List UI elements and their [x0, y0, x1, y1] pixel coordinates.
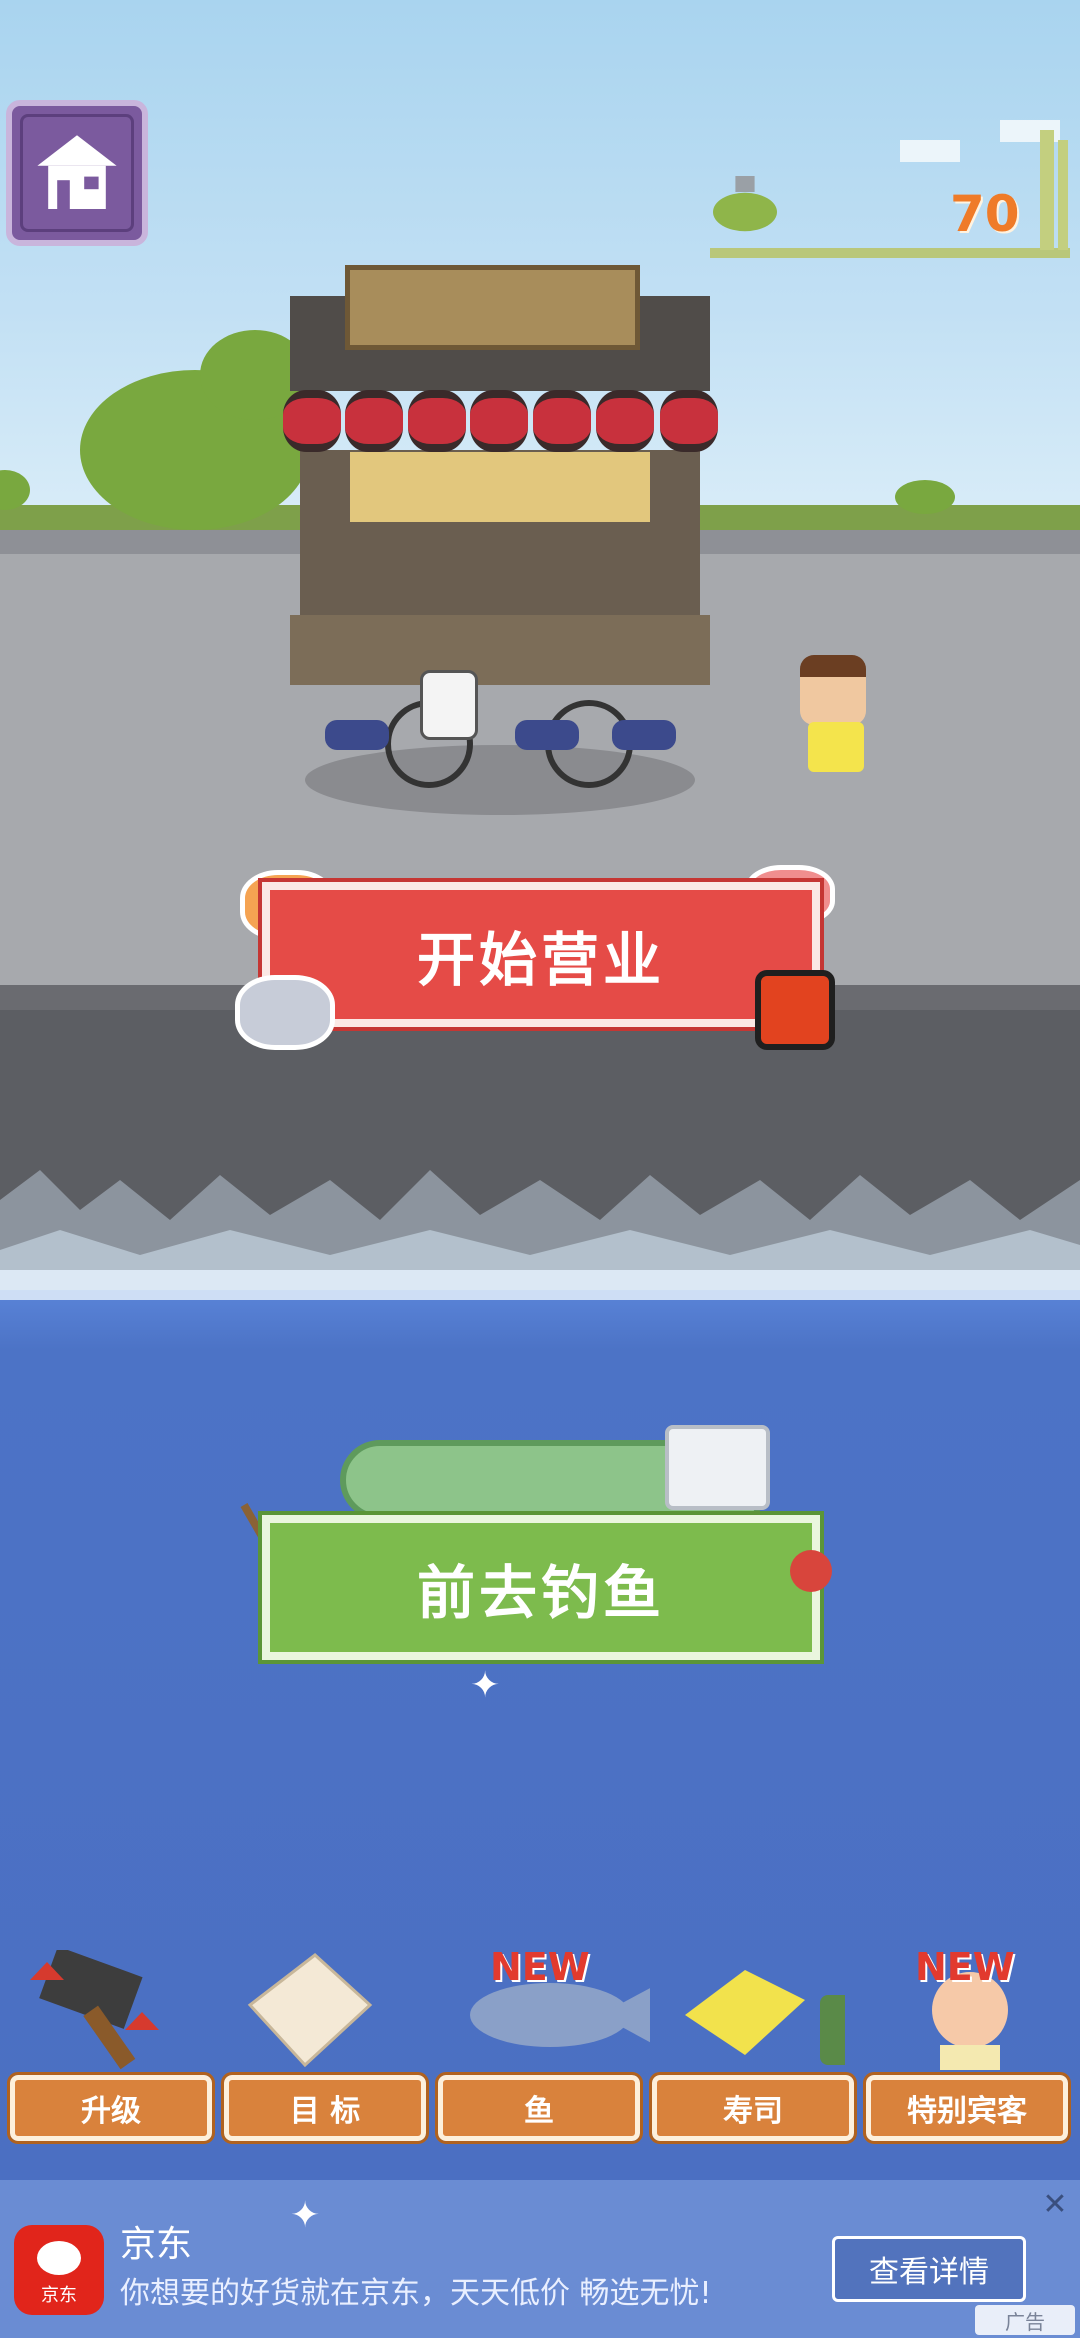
lantern	[470, 390, 528, 452]
open-shop-button[interactable]: 开始营业	[258, 878, 824, 1031]
upgrade-button[interactable]: 升级	[7, 2072, 215, 2144]
sparkle-icon: ✦	[470, 1665, 501, 1706]
stool	[325, 720, 389, 750]
stool	[612, 720, 676, 750]
goal-sheet-icon	[247, 1953, 373, 2068]
lantern	[596, 390, 654, 452]
stall-window	[350, 452, 650, 522]
lantern	[408, 390, 466, 452]
ad-tag: 广告	[975, 2305, 1075, 2335]
roe-sushi-icon	[755, 970, 835, 1050]
currency-counter: 70	[950, 185, 1020, 243]
ad-description: 你想要的好货就在京东，天天低价 畅选无忧!	[120, 2276, 712, 2311]
go-fishing-button[interactable]: 前去钓鱼	[258, 1511, 824, 1664]
stall-shadow	[305, 745, 695, 815]
hammer-upgrade-icon	[30, 1950, 159, 2070]
shopkeeper-body	[808, 722, 864, 772]
new-badge: NEW	[915, 1945, 1015, 1989]
house-icon	[37, 135, 117, 209]
jd-dog-icon	[37, 2241, 81, 2275]
lantern	[283, 390, 341, 452]
lantern	[345, 390, 403, 452]
crab-icon	[790, 1550, 832, 1592]
stall-counter	[290, 615, 710, 685]
goals-button[interactable]: 目 标	[221, 2072, 429, 2144]
fish-button[interactable]: 鱼	[435, 2072, 643, 2144]
ad-tag-label: 广告	[1005, 2309, 1045, 2334]
cooler-box	[665, 1425, 770, 1510]
lantern	[533, 390, 591, 452]
close-icon[interactable]: ✕	[1040, 2190, 1070, 2220]
ad-title: 京东	[120, 2224, 193, 2265]
ad-logo-text: 京东	[41, 2285, 77, 2306]
stool	[515, 720, 579, 750]
mackerel-sushi-icon	[235, 975, 335, 1050]
ad-details-button[interactable]: 查看详情	[832, 2236, 1026, 2302]
special-guest-button[interactable]: 特别宾客	[863, 2072, 1071, 2144]
sushi-icon	[685, 1970, 845, 2065]
bush	[895, 480, 955, 514]
sparkle-icon: ✦	[290, 2195, 321, 2236]
shopkeeper-head	[800, 655, 866, 725]
stall-sign	[345, 265, 640, 350]
lantern	[660, 390, 718, 452]
home-button[interactable]	[6, 100, 148, 246]
new-badge: NEW	[490, 1945, 590, 1989]
sushi-button[interactable]: 寿司	[649, 2072, 857, 2144]
ad-brand-logo[interactable]: 京东	[14, 2225, 104, 2315]
sea-foam	[0, 1270, 1080, 1300]
cat-chef	[420, 670, 478, 740]
